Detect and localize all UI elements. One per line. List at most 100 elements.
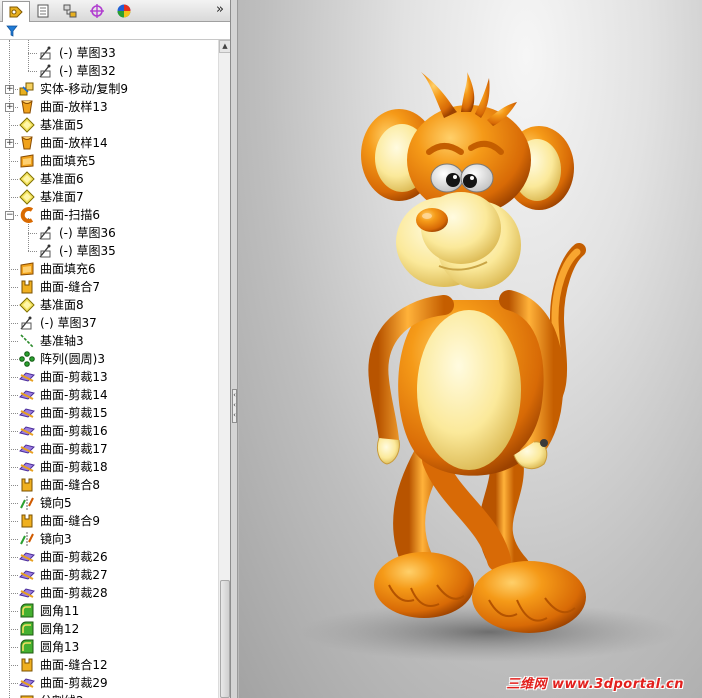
- tree-item[interactable]: (-) 草图36: [0, 224, 218, 242]
- tree-item[interactable]: 基准轴3: [0, 332, 218, 350]
- tree-connector: [9, 125, 18, 126]
- sketch-icon: [39, 46, 51, 60]
- tree-item[interactable]: 曲面-剪裁13: [0, 368, 218, 386]
- tree-connector: [9, 665, 18, 666]
- tree-scrollbar[interactable]: ▲: [218, 40, 230, 698]
- tree-connector: [9, 269, 18, 270]
- tree-item[interactable]: 圆角12: [0, 620, 218, 638]
- filter-input[interactable]: [22, 23, 227, 38]
- filter-icon[interactable]: [6, 25, 18, 37]
- expand-icon[interactable]: +: [5, 85, 14, 94]
- knit-surface-icon: [21, 514, 33, 528]
- tree-item-label: 曲面-剪裁15: [40, 406, 108, 420]
- tree-item[interactable]: 曲面-剪裁14: [0, 386, 218, 404]
- tree-item-label: 基准面7: [40, 190, 84, 204]
- tree-item[interactable]: 曲面-剪裁18: [0, 458, 218, 476]
- tree-item-label: 曲面-剪裁28: [40, 586, 108, 600]
- plane-icon: [19, 117, 35, 133]
- tree-item[interactable]: 曲面填充6: [0, 260, 218, 278]
- tree-item-label: 曲面-放样14: [40, 136, 108, 150]
- filter-bar: [0, 22, 230, 40]
- tree-item[interactable]: − 曲面-扫描6: [0, 206, 218, 224]
- circular-pattern-icon: [19, 351, 35, 367]
- tree-item[interactable]: (-) 草图32: [0, 62, 218, 80]
- tree-item[interactable]: 基准面6: [0, 170, 218, 188]
- tree-item[interactable]: 曲面-缝合7: [0, 278, 218, 296]
- tree-item-label: 镜向5: [40, 496, 72, 510]
- left-hand: [376, 437, 400, 465]
- tree-item[interactable]: 曲面-缝合9: [0, 512, 218, 530]
- tree-item[interactable]: 阵列(圆周)3: [0, 350, 218, 368]
- collapse-icon[interactable]: −: [5, 211, 14, 220]
- tree-item-label: (-) 草图32: [59, 64, 116, 78]
- tree-item[interactable]: 基准面8: [0, 296, 218, 314]
- tree-item[interactable]: 圆角11: [0, 602, 218, 620]
- tab-property-manager[interactable]: [29, 1, 57, 21]
- scroll-up-icon[interactable]: ▲: [219, 40, 230, 53]
- trim-surface-icon: [19, 444, 35, 454]
- expand-icon[interactable]: +: [5, 139, 14, 148]
- tree-item[interactable]: + 曲面-放样13: [0, 98, 218, 116]
- trim-surface-icon: [19, 570, 35, 580]
- tree-item-label: 曲面-缝合8: [40, 478, 100, 492]
- tree-item[interactable]: 分割线2: [0, 692, 218, 698]
- tree-item[interactable]: 曲面-剪裁17: [0, 440, 218, 458]
- sketch-icon: [20, 316, 32, 330]
- tree-item[interactable]: + 曲面-放样14: [0, 134, 218, 152]
- tree-connector: [9, 413, 18, 414]
- tree-connector: [9, 377, 18, 378]
- tree-connector: [9, 161, 18, 162]
- tree-item[interactable]: 曲面-剪裁27: [0, 566, 218, 584]
- tree-item[interactable]: 曲面填充5: [0, 152, 218, 170]
- tree-item-label: 曲面-剪裁26: [40, 550, 108, 564]
- tree-item[interactable]: 曲面-剪裁15: [0, 404, 218, 422]
- collapse-panel-icon[interactable]: ‹ ‹ ‹: [232, 389, 237, 423]
- tree-item[interactable]: 曲面-缝合12: [0, 656, 218, 674]
- tree-item[interactable]: 镜向5: [0, 494, 218, 512]
- tree-item-label: 曲面填充5: [40, 154, 96, 168]
- tree-connector: [9, 485, 18, 486]
- tree-connector: [9, 431, 18, 432]
- tree-item-label: 曲面-放样13: [40, 100, 108, 114]
- tree-item-label: 圆角13: [40, 640, 80, 654]
- tree-item[interactable]: 曲面-剪裁29: [0, 674, 218, 692]
- tree-item[interactable]: 圆角13: [0, 638, 218, 656]
- trim-surface-icon: [19, 678, 35, 688]
- feature-manager-panel: » (-) 草图33 (-) 草图32 + 实体-移动/复制9 + 曲面-放样13 基准面5…: [0, 0, 231, 698]
- panel-splitter[interactable]: ‹ ‹ ‹: [231, 0, 238, 698]
- tree-item[interactable]: 曲面-剪裁26: [0, 548, 218, 566]
- tab-feature-manager[interactable]: [2, 1, 30, 22]
- right-foot: [472, 561, 586, 633]
- tab-configuration-manager[interactable]: [56, 1, 84, 21]
- trim-surface-icon: [19, 426, 35, 436]
- tree-item-label: (-) 草图37: [40, 316, 97, 330]
- loft-surface-icon: [21, 100, 33, 114]
- tree-item[interactable]: (-) 草图33: [0, 44, 218, 62]
- tree-item[interactable]: 基准面5: [0, 116, 218, 134]
- tree-connector: [9, 323, 18, 324]
- trim-surface-icon: [19, 462, 35, 472]
- sweep-surface-icon: [20, 207, 34, 223]
- tab-dimxpert[interactable]: [83, 1, 111, 21]
- tree-item[interactable]: 曲面-剪裁28: [0, 584, 218, 602]
- tree-item[interactable]: 曲面-缝合8: [0, 476, 218, 494]
- tree-connector: [9, 647, 18, 648]
- tree-item[interactable]: + 实体-移动/复制9: [0, 80, 218, 98]
- more-tabs-button[interactable]: »: [213, 2, 227, 18]
- scroll-thumb[interactable]: [220, 580, 230, 698]
- tree-item-label: 圆角12: [40, 622, 80, 636]
- tree-item[interactable]: (-) 草图35: [0, 242, 218, 260]
- tree-connector: [9, 521, 18, 522]
- move-copy-body-icon: [19, 82, 34, 96]
- axis-icon: [20, 334, 34, 348]
- tab-display-manager[interactable]: [110, 1, 138, 21]
- tree-item[interactable]: 镜向3: [0, 530, 218, 548]
- sketch-icon: [39, 244, 51, 258]
- expand-icon[interactable]: +: [5, 103, 14, 112]
- tree-item[interactable]: 基准面7: [0, 188, 218, 206]
- graphics-viewport[interactable]: 三维网 www.3dportal.cn: [239, 0, 702, 698]
- tree-item-label: 曲面-剪裁13: [40, 370, 108, 384]
- tree-item[interactable]: (-) 草图37: [0, 314, 218, 332]
- tree-item[interactable]: 曲面-剪裁16: [0, 422, 218, 440]
- tree-item-label: 曲面-剪裁17: [40, 442, 108, 456]
